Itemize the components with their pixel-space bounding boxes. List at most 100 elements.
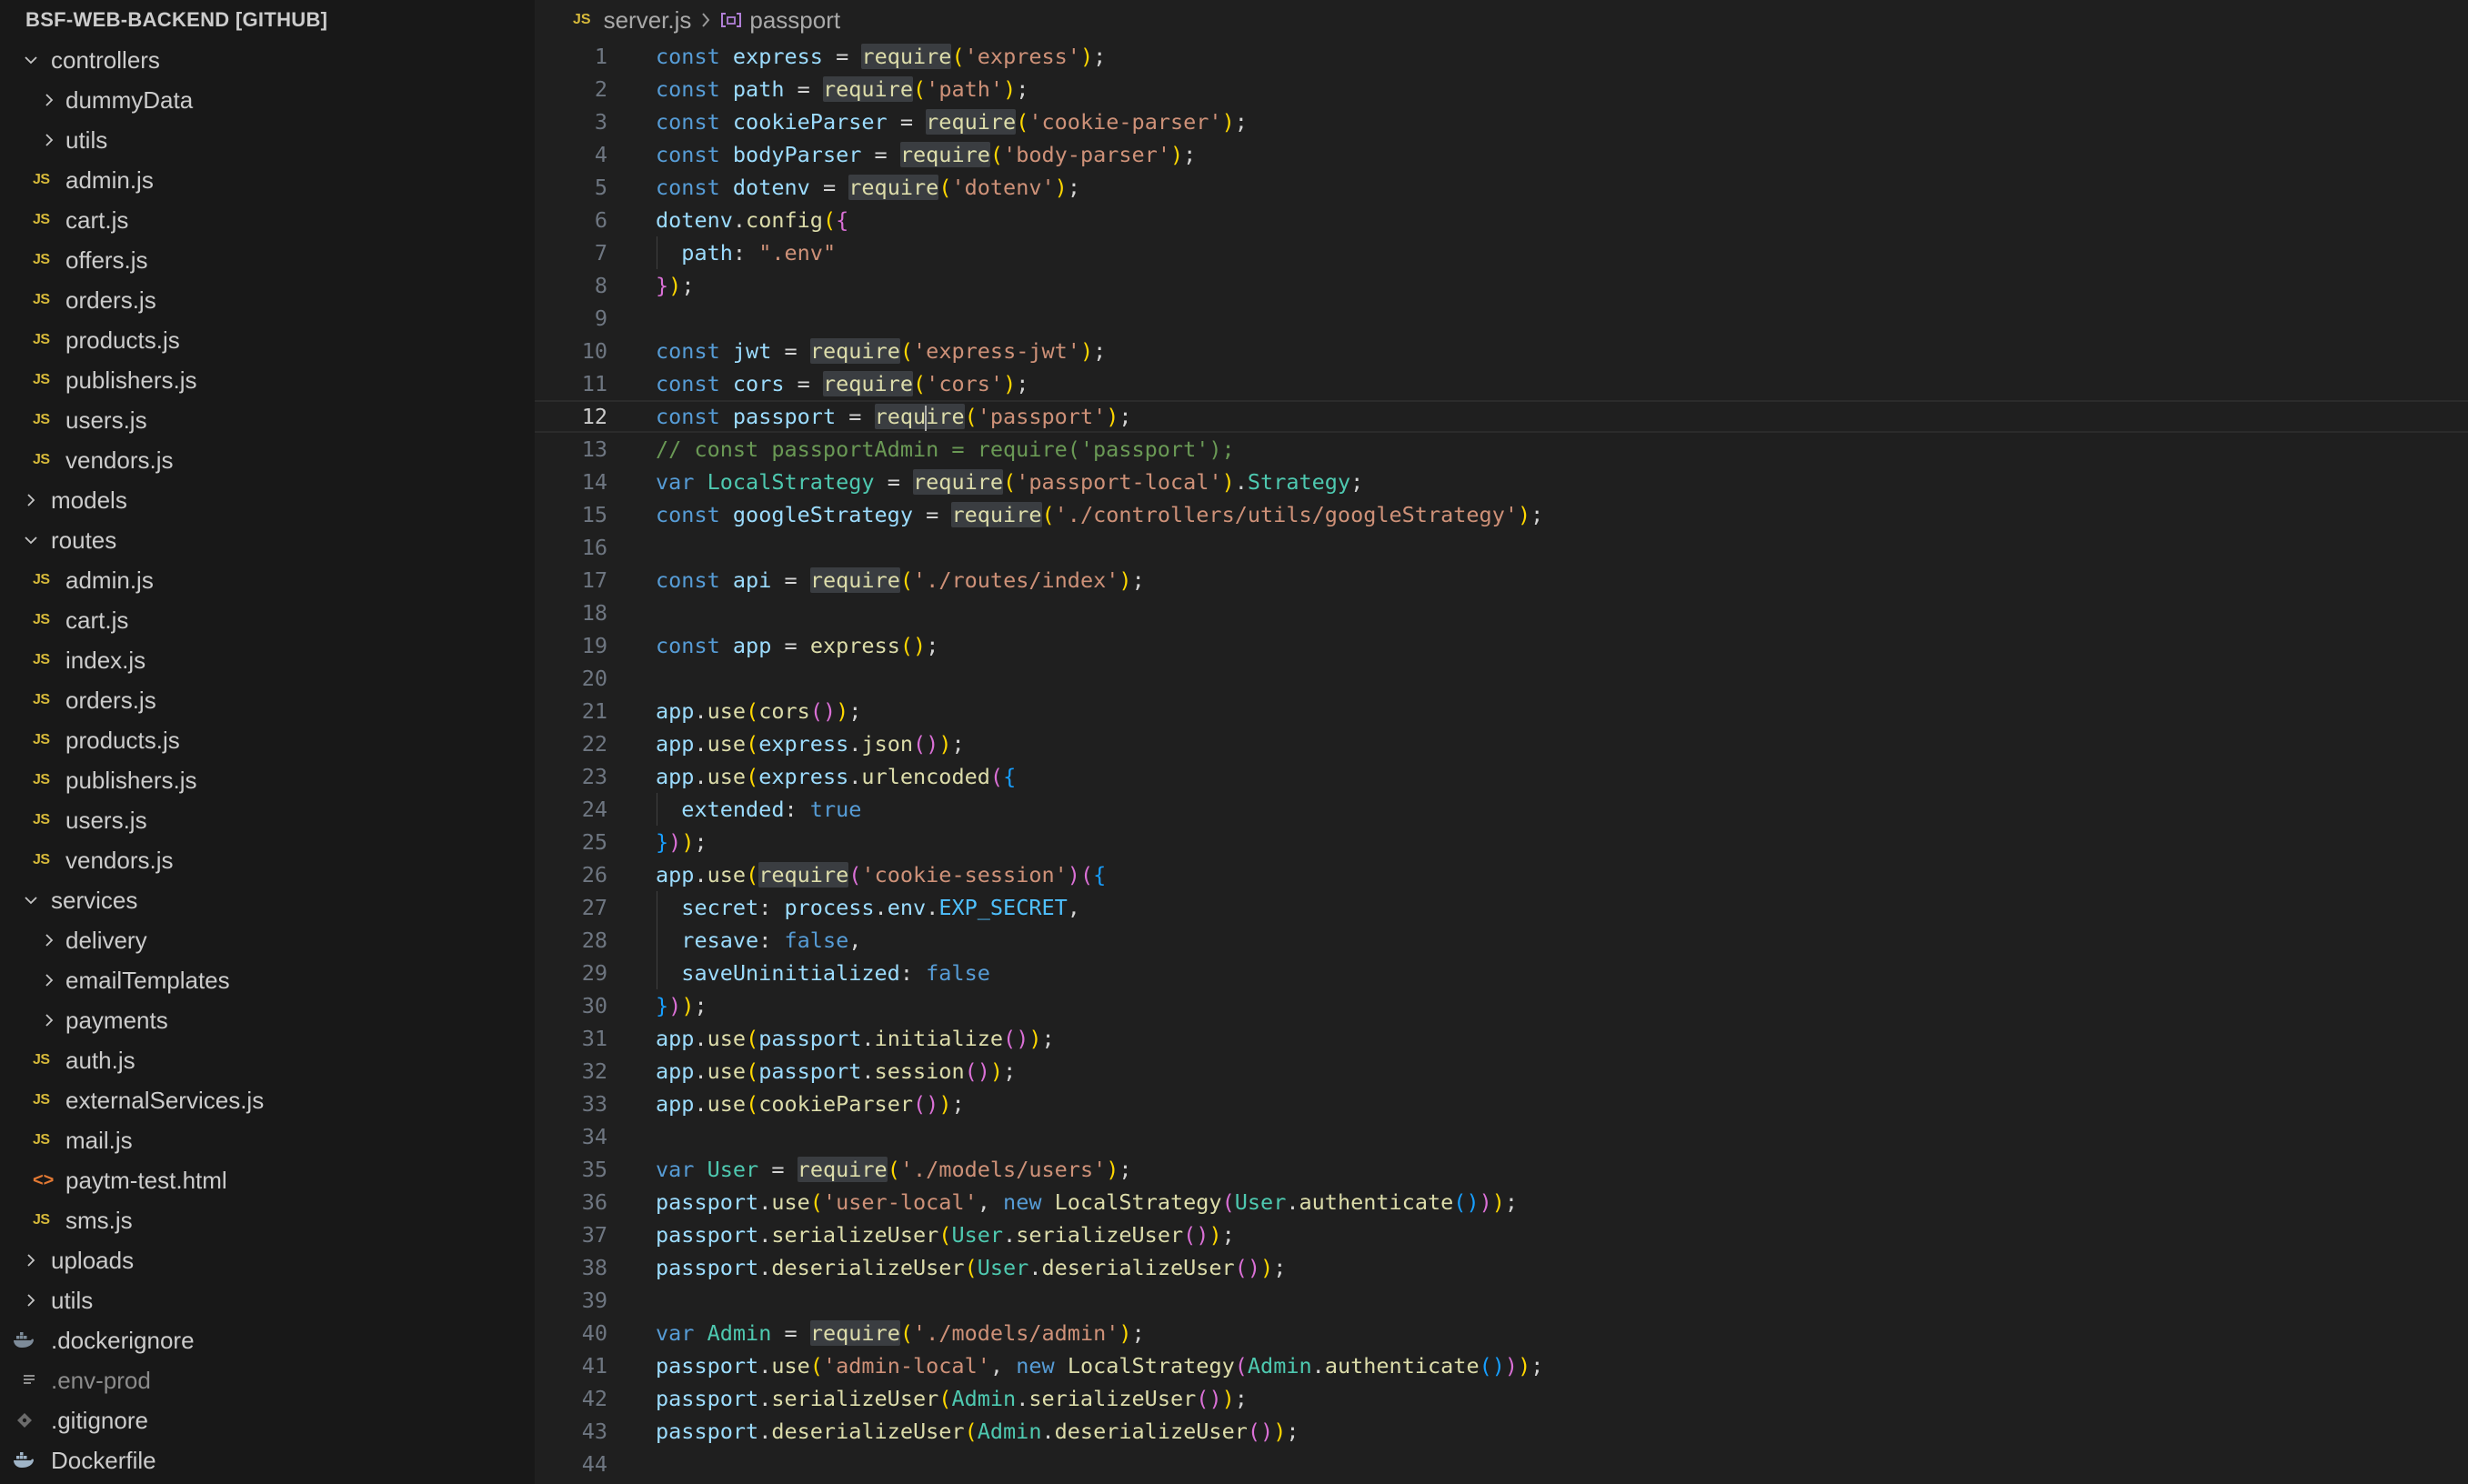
code-line[interactable]: 35 var User = require('./models/users');	[535, 1153, 2468, 1186]
tree-folder[interactable]: utils	[0, 1280, 535, 1320]
breadcrumb-file[interactable]: server.js	[604, 6, 692, 35]
chevron-right-icon[interactable]	[40, 1000, 58, 1040]
tree-file[interactable]: JS products.js	[0, 720, 535, 760]
chevron-right-icon[interactable]	[22, 480, 40, 520]
tree-file[interactable]: JS users.js	[0, 800, 535, 840]
chevron-right-icon[interactable]	[40, 120, 58, 160]
code-line[interactable]: 32 app.use(passport.session());	[535, 1055, 2468, 1088]
tree-folder[interactable]: models	[0, 480, 535, 520]
tree-file[interactable]: JS orders.js	[0, 680, 535, 720]
tree-file[interactable]: JS admin.js	[0, 160, 535, 200]
code-editor[interactable]: JS server.js passport 1 const express = r…	[535, 0, 2468, 1484]
tree-folder[interactable]: controllers	[0, 40, 535, 80]
tree-file[interactable]: JS products.js	[0, 320, 535, 360]
code-line[interactable]: 6 dotenv.config({	[535, 204, 2468, 236]
tree-file[interactable]: Dockerfile	[0, 1440, 535, 1480]
code-line[interactable]: 3 const cookieParser = require('cookie-pa…	[535, 105, 2468, 138]
tree-item-label: .dockerignore	[51, 1327, 195, 1354]
chevron-right-icon[interactable]	[40, 80, 58, 120]
code-line[interactable]: 21 app.use(cors());	[535, 695, 2468, 727]
code-line[interactable]: 12 const passport = require('passport');	[535, 400, 2468, 433]
chevron-right-icon[interactable]	[40, 960, 58, 1000]
code-line[interactable]: 44	[535, 1448, 2468, 1480]
code-line[interactable]: 37 passport.serializeUser(User.serializeU…	[535, 1218, 2468, 1251]
tree-folder[interactable]: utils	[0, 120, 535, 160]
code-line[interactable]: 4 const bodyParser = require('body-parser…	[535, 138, 2468, 171]
code-line[interactable]: 14 var LocalStrategy = require('passport-…	[535, 466, 2468, 498]
code-line[interactable]: 17 const api = require('./routes/index');	[535, 564, 2468, 597]
code-line[interactable]: 34	[535, 1120, 2468, 1153]
tree-folder[interactable]: dummyData	[0, 80, 535, 120]
code-line[interactable]: 41 passport.use('admin-local', new LocalS…	[535, 1349, 2468, 1382]
tree-folder[interactable]: delivery	[0, 920, 535, 960]
breadcrumb-symbol[interactable]: passport	[749, 6, 840, 35]
tree-folder[interactable]: routes	[0, 520, 535, 560]
code-line[interactable]: 2 const path = require('path');	[535, 73, 2468, 105]
code-line[interactable]: 27 secret: process.env.EXP_SECRET,	[535, 891, 2468, 924]
code-line[interactable]: 18	[535, 597, 2468, 629]
code-line[interactable]: 25}));	[535, 826, 2468, 858]
code-line[interactable]: 23 app.use(express.urlencoded({	[535, 760, 2468, 793]
tree-folder[interactable]: uploads	[0, 1240, 535, 1280]
tree-file[interactable]: JS cart.js	[0, 200, 535, 240]
html-file-icon: <>	[33, 1170, 55, 1190]
code-line[interactable]: 36 passport.use('user-local', new LocalSt…	[535, 1186, 2468, 1218]
tree-folder[interactable]: payments	[0, 1000, 535, 1040]
code-line[interactable]: 13 // const passportAdmin = require('pass…	[535, 433, 2468, 466]
code-area[interactable]: 1 const express = require('express'); 2 con…	[535, 40, 2468, 1484]
code-line[interactable]: 8});	[535, 269, 2468, 302]
tree-file[interactable]: <> paytm-test.html	[0, 1160, 535, 1200]
chevron-down-icon[interactable]	[22, 520, 40, 560]
tree-file[interactable]: JS sms.js	[0, 1200, 535, 1240]
code-line[interactable]: 28 resave: false,	[535, 924, 2468, 957]
explorer-title[interactable]: BSF-WEB-BACKEND [GITHUB]	[0, 0, 535, 40]
tree-file[interactable]: JS vendors.js	[0, 440, 535, 480]
code-line[interactable]: 20	[535, 662, 2468, 695]
tree-file[interactable]: JS externalServices.js	[0, 1080, 535, 1120]
chevron-right-icon[interactable]	[22, 1280, 40, 1320]
code-line[interactable]: 11 const cors = require('cors');	[535, 367, 2468, 400]
tree-folder[interactable]: services	[0, 880, 535, 920]
chevron-right-icon[interactable]	[22, 1240, 40, 1280]
code-line[interactable]: 39	[535, 1284, 2468, 1317]
tree-file[interactable]: JS publishers.js	[0, 360, 535, 400]
code-line[interactable]: 19 const app = express();	[535, 629, 2468, 662]
code-line[interactable]: 7 path: ".env"	[535, 236, 2468, 269]
code-line[interactable]: 15 const googleStrategy = require('./cont…	[535, 498, 2468, 531]
tree-file[interactable]: JS auth.js	[0, 1040, 535, 1080]
code-line[interactable]: 29 saveUninitialized: false	[535, 957, 2468, 989]
code-line[interactable]: 30}));	[535, 989, 2468, 1022]
code-text: const dotenv = require('dotenv');	[656, 175, 1080, 200]
tree-file[interactable]: JS admin.js	[0, 560, 535, 600]
tree-file[interactable]: .env-prod	[0, 1360, 535, 1400]
tree-file[interactable]: JS cart.js	[0, 600, 535, 640]
code-line[interactable]: 10 const jwt = require('express-jwt');	[535, 335, 2468, 367]
tree-file[interactable]: JS index.js	[0, 640, 535, 680]
code-line[interactable]: 31 app.use(passport.initialize());	[535, 1022, 2468, 1055]
code-text: var Admin = require('./models/admin');	[656, 1320, 1145, 1346]
code-line[interactable]: 1 const express = require('express');	[535, 40, 2468, 73]
code-line[interactable]: 38 passport.deserializeUser(User.deserial…	[535, 1251, 2468, 1284]
code-line[interactable]: 24 extended: true	[535, 793, 2468, 826]
tree-file[interactable]: JS users.js	[0, 400, 535, 440]
tree-file[interactable]: JS offers.js	[0, 240, 535, 280]
code-line[interactable]: 42 passport.serializeUser(Admin.serialize…	[535, 1382, 2468, 1415]
code-line[interactable]: 33 app.use(cookieParser());	[535, 1088, 2468, 1120]
chevron-down-icon[interactable]	[22, 880, 40, 920]
chevron-down-icon[interactable]	[22, 40, 40, 80]
tree-file[interactable]: JS vendors.js	[0, 840, 535, 880]
tree-file[interactable]: JS mail.js	[0, 1120, 535, 1160]
tree-folder[interactable]: emailTemplates	[0, 960, 535, 1000]
code-line[interactable]: 16	[535, 531, 2468, 564]
tree-file[interactable]: .dockerignore	[0, 1320, 535, 1360]
code-line[interactable]: 9	[535, 302, 2468, 335]
code-line[interactable]: 26 app.use(require('cookie-session')({	[535, 858, 2468, 891]
tree-file[interactable]: .gitignore	[0, 1400, 535, 1440]
code-line[interactable]: 43 passport.deserializeUser(Admin.deseria…	[535, 1415, 2468, 1448]
code-line[interactable]: 22 app.use(express.json());	[535, 727, 2468, 760]
chevron-right-icon[interactable]	[40, 920, 58, 960]
tree-file[interactable]: JS orders.js	[0, 280, 535, 320]
code-line[interactable]: 5 const dotenv = require('dotenv');	[535, 171, 2468, 204]
tree-file[interactable]: JS publishers.js	[0, 760, 535, 800]
code-line[interactable]: 40 var Admin = require('./models/admin');	[535, 1317, 2468, 1349]
